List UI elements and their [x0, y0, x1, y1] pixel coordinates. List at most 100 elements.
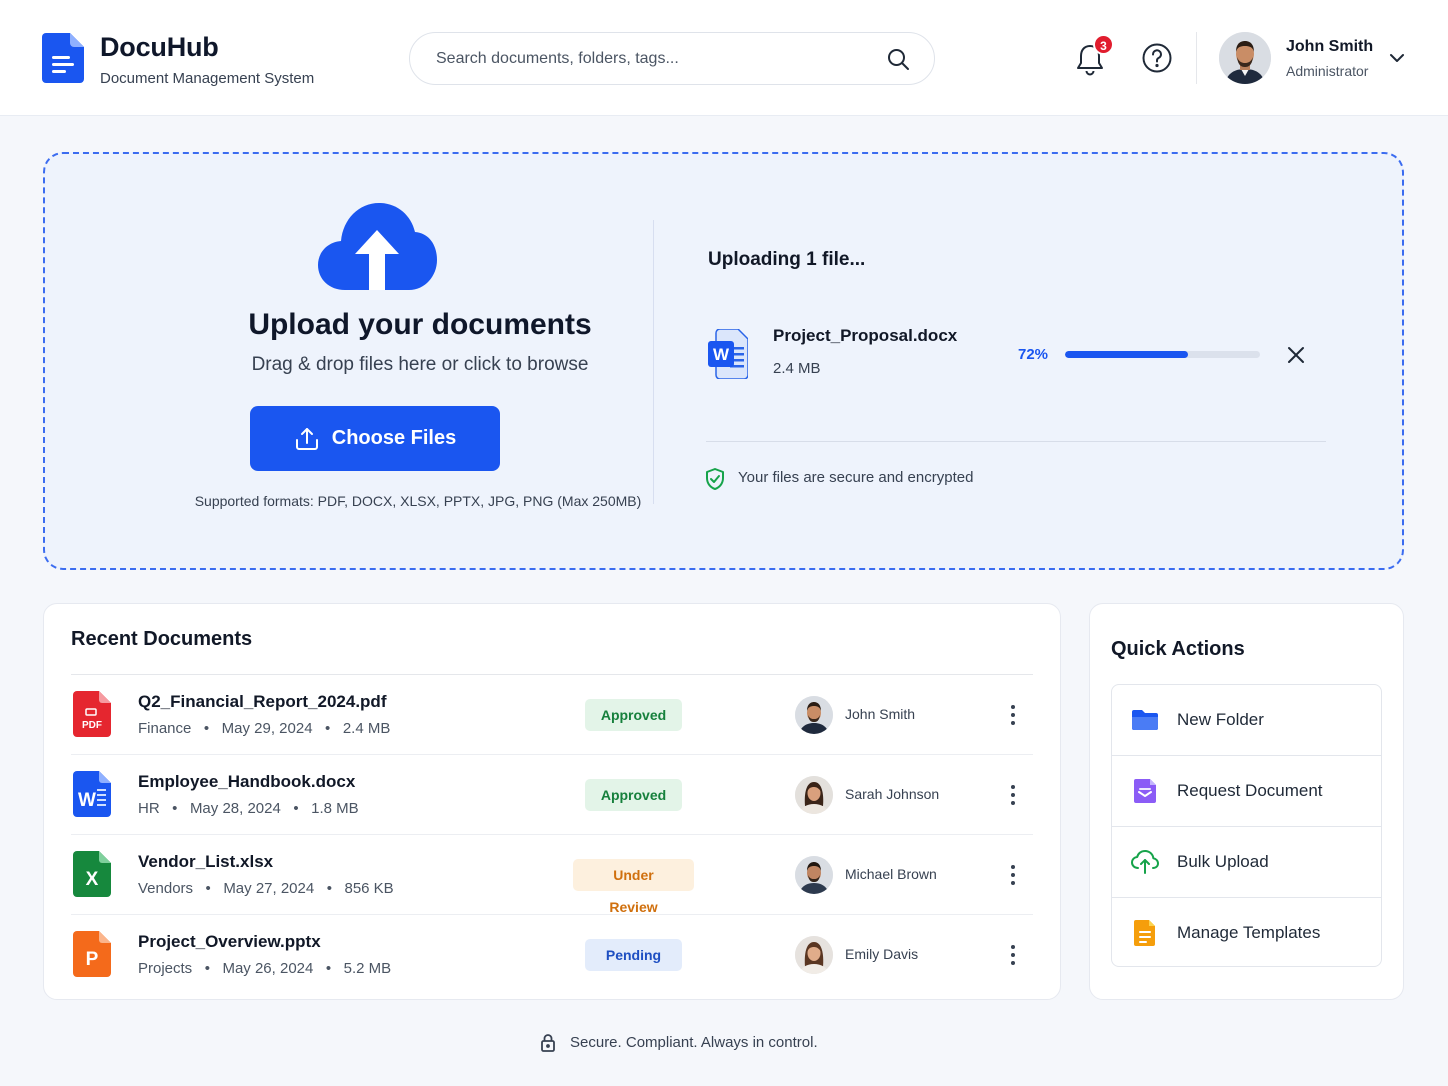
- document-size: 2.4 MB: [342, 720, 391, 737]
- cloud-upload-icon: [1131, 850, 1159, 874]
- uploading-file-name: Project_Proposal.docx: [773, 326, 958, 345]
- quick-action-label: Request Document: [1177, 781, 1323, 800]
- more-options-icon[interactable]: [1003, 783, 1023, 807]
- status-badge: Approved: [585, 699, 682, 731]
- more-options-icon[interactable]: [1003, 943, 1023, 967]
- upload-divider: [706, 441, 1326, 442]
- upload-subtitle: Drag & drop files here or click to brows…: [251, 354, 589, 375]
- quick-action-new-folder[interactable]: New Folder: [1112, 685, 1381, 756]
- document-owner: Sarah Johnson: [845, 786, 940, 802]
- avatar: [795, 936, 833, 974]
- upload-title: Upload your documents: [248, 308, 592, 341]
- header-divider: [1196, 32, 1197, 84]
- document-size: 856 KB: [344, 880, 394, 897]
- uploading-file-size: 2.4 MB: [773, 360, 821, 377]
- quick-actions-title: Quick Actions: [1111, 638, 1245, 660]
- svg-text:W: W: [713, 345, 730, 364]
- cloud-upload-icon: [318, 203, 437, 290]
- shield-check-icon: [706, 468, 724, 490]
- document-date: May 26, 2024: [222, 960, 314, 977]
- document-date: May 27, 2024: [223, 880, 315, 897]
- quick-action-label: Bulk Upload: [1177, 852, 1269, 871]
- folder-icon: [1132, 710, 1158, 730]
- document-meta: Finance • May 29, 2024 • 2.4 MB: [138, 720, 391, 737]
- upload-icon: [295, 427, 318, 450]
- document-category: Finance: [138, 720, 192, 737]
- supported-formats: Supported formats: PDF, DOCX, XLSX, PPTX…: [194, 493, 642, 509]
- quick-actions-list: New Folder Request Document Bulk Upload …: [1111, 684, 1382, 967]
- chevron-down-icon[interactable]: [1388, 51, 1406, 65]
- table-row[interactable]: P Project_Overview.pptx Projects • May 2…: [71, 915, 1033, 995]
- document-name[interactable]: Employee_Handbook.docx: [138, 772, 355, 792]
- excel-file-icon: X: [73, 851, 111, 897]
- document-owner: John Smith: [845, 706, 916, 722]
- more-options-icon[interactable]: [1003, 863, 1023, 887]
- status-badge: Approved: [585, 779, 682, 811]
- more-options-icon[interactable]: [1003, 703, 1023, 727]
- document-size: 1.8 MB: [311, 800, 359, 817]
- document-name[interactable]: Vendor_List.xlsx: [138, 852, 273, 872]
- notification-badge: 3: [1093, 34, 1114, 55]
- lock-icon: [541, 1034, 555, 1052]
- search-icon[interactable]: [886, 47, 910, 71]
- choose-files-label: Choose Files: [331, 427, 457, 449]
- table-row[interactable]: PDF Q2_Financial_Report_2024.pdf Finance…: [71, 675, 1033, 755]
- table-row[interactable]: W Employee_Handbook.docx HR • May 28, 20…: [71, 755, 1033, 835]
- svg-text:W: W: [78, 790, 96, 811]
- footer-tagline: Secure. Compliant. Always in control.: [570, 1034, 818, 1051]
- svg-text:PDF: PDF: [82, 720, 102, 731]
- document-meta: Vendors • May 27, 2024 • 856 KB: [138, 880, 394, 897]
- document-meta: HR • May 28, 2024 • 1.8 MB: [138, 800, 359, 817]
- table-row[interactable]: X Vendor_List.xlsx Vendors • May 27, 202…: [71, 835, 1033, 915]
- word-file-icon: W: [708, 329, 748, 379]
- svg-text:X: X: [86, 869, 99, 890]
- user-avatar[interactable]: [1219, 32, 1271, 84]
- secure-note: Your files are secure and encrypted: [738, 469, 974, 486]
- document-category: Vendors: [138, 880, 194, 897]
- choose-files-button[interactable]: Choose Files: [250, 406, 500, 471]
- user-name[interactable]: John Smith: [1286, 38, 1373, 56]
- avatar: [795, 696, 833, 734]
- document-owner: Emily Davis: [845, 946, 919, 962]
- upload-progress-bar: [1065, 351, 1260, 358]
- search-bar: [409, 32, 935, 85]
- svg-text:P: P: [86, 949, 99, 970]
- quick-action-manage-templates[interactable]: Manage Templates: [1112, 898, 1381, 969]
- upload-zone-divider: [653, 220, 654, 504]
- status-badge: Under Review: [573, 859, 694, 915]
- avatar: [795, 776, 833, 814]
- quick-action-label: New Folder: [1177, 710, 1264, 729]
- quick-action-request-document[interactable]: Request Document: [1112, 756, 1381, 827]
- quick-action-label: Manage Templates: [1177, 923, 1321, 942]
- document-size: 5.2 MB: [343, 960, 392, 977]
- document-meta: Projects • May 26, 2024 • 5.2 MB: [138, 960, 392, 977]
- document-category: Projects: [138, 960, 193, 977]
- avatar: [795, 856, 833, 894]
- quick-action-bulk-upload[interactable]: Bulk Upload: [1112, 827, 1381, 898]
- pdf-file-icon: PDF: [73, 691, 111, 737]
- app-name: DocuHub: [100, 32, 219, 62]
- word-file-icon: W: [73, 771, 111, 817]
- app-subtitle: Document Management System: [100, 70, 315, 87]
- request-document-icon: [1134, 779, 1156, 803]
- document-category: HR: [138, 800, 160, 817]
- recent-documents-title: Recent Documents: [71, 628, 253, 650]
- document-date: May 28, 2024: [189, 800, 281, 817]
- close-icon[interactable]: [1285, 344, 1307, 366]
- upload-dropzone[interactable]: Upload your documents Drag & drop files …: [43, 152, 1404, 570]
- help-circle-icon[interactable]: [1141, 42, 1173, 74]
- search-input[interactable]: [436, 33, 876, 84]
- upload-progress-fill: [1065, 351, 1188, 358]
- document-date: May 29, 2024: [221, 720, 313, 737]
- docuhub-logo-icon: [42, 33, 84, 83]
- uploading-status-title: Uploading 1 file...: [708, 249, 866, 270]
- template-icon: [1134, 920, 1155, 946]
- powerpoint-file-icon: P: [73, 931, 111, 977]
- status-badge: Pending: [585, 939, 682, 971]
- upload-percent: 72%: [1018, 346, 1049, 363]
- document-owner: Michael Brown: [845, 866, 937, 882]
- top-header: DocuHub Document Management System 3 Joh…: [0, 0, 1448, 116]
- document-name[interactable]: Project_Overview.pptx: [138, 932, 321, 952]
- user-role: Administrator: [1286, 63, 1369, 79]
- document-name[interactable]: Q2_Financial_Report_2024.pdf: [138, 692, 386, 712]
